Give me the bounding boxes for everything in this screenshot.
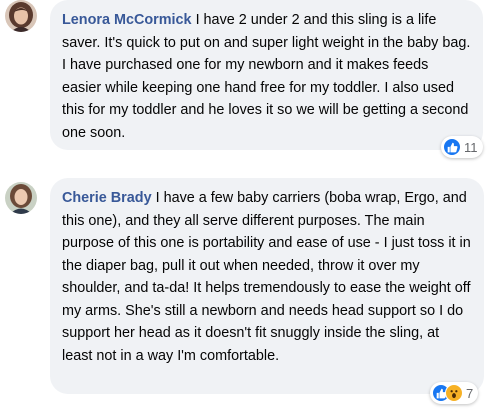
comment-bubble: Cherie Brady I have a few baby carriers … bbox=[50, 178, 484, 394]
comment: Cherie Brady I have a few baby carriers … bbox=[0, 178, 487, 419]
reaction-summary[interactable]: 7 bbox=[430, 382, 479, 404]
reaction-count: 11 bbox=[464, 139, 478, 155]
avatar[interactable] bbox=[5, 0, 37, 32]
comment-body: Cherie Brady I have a few baby carriers … bbox=[62, 187, 472, 367]
comment-author[interactable]: Cherie Brady bbox=[62, 190, 152, 206]
avatar[interactable] bbox=[5, 182, 37, 214]
comment-author[interactable]: Lenora McCormick bbox=[62, 12, 192, 28]
comment: Lenora McCormick I have 2 under 2 and th… bbox=[0, 0, 487, 160]
comment-body: Lenora McCormick I have 2 under 2 and th… bbox=[62, 9, 471, 144]
comment-text: I have a few baby carriers (boba wrap, E… bbox=[62, 190, 471, 364]
reaction-count: 7 bbox=[466, 385, 474, 401]
comment-text: I have 2 under 2 and this sling is a lif… bbox=[62, 12, 471, 141]
reaction-summary[interactable]: 11 bbox=[441, 136, 483, 158]
wow-icon bbox=[445, 384, 463, 402]
like-icon bbox=[443, 138, 461, 156]
comment-bubble: Lenora McCormick I have 2 under 2 and th… bbox=[50, 0, 483, 150]
